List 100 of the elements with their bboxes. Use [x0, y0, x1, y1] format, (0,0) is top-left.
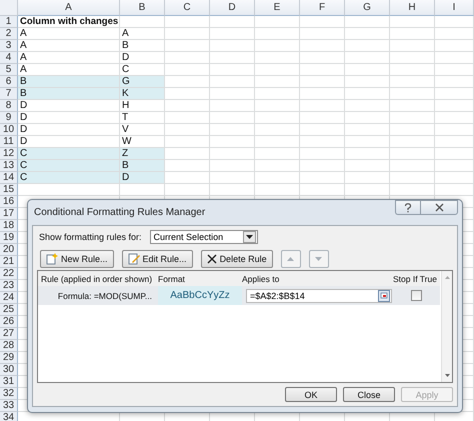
- scrollbar[interactable]: [441, 271, 452, 382]
- table-cell[interactable]: [210, 52, 255, 64]
- table-cell[interactable]: [255, 28, 300, 40]
- row-header[interactable]: 9: [0, 112, 18, 124]
- table-cell[interactable]: [435, 148, 474, 160]
- column-header[interactable]: C: [165, 0, 210, 16]
- row-header[interactable]: 5: [0, 64, 18, 76]
- table-cell[interactable]: [435, 52, 474, 64]
- table-cell[interactable]: [390, 76, 435, 88]
- table-cell[interactable]: [255, 40, 300, 52]
- row-header[interactable]: 23: [0, 280, 18, 292]
- table-cell[interactable]: [210, 172, 255, 184]
- table-cell[interactable]: [210, 124, 255, 136]
- table-cell[interactable]: [300, 64, 345, 76]
- table-cell[interactable]: [300, 124, 345, 136]
- column-header[interactable]: B: [120, 0, 165, 16]
- table-cell[interactable]: [165, 172, 210, 184]
- table-cell[interactable]: [255, 52, 300, 64]
- table-cell[interactable]: [345, 40, 390, 52]
- row-header[interactable]: 10: [0, 124, 18, 136]
- delete-rule-button[interactable]: Delete Rule: [200, 250, 273, 268]
- table-cell[interactable]: [300, 172, 345, 184]
- table-cell[interactable]: [165, 184, 210, 196]
- table-cell[interactable]: [345, 148, 390, 160]
- row-header[interactable]: 22: [0, 268, 18, 280]
- row-header[interactable]: 21: [0, 256, 18, 268]
- table-cell[interactable]: [345, 124, 390, 136]
- row-header[interactable]: 18: [0, 220, 18, 232]
- table-cell[interactable]: [255, 184, 300, 196]
- table-cell[interactable]: [390, 40, 435, 52]
- row-header[interactable]: 25: [0, 304, 18, 316]
- table-cell[interactable]: [255, 172, 300, 184]
- row-header[interactable]: 24: [0, 292, 18, 304]
- row-header[interactable]: 29: [0, 352, 18, 364]
- row-header[interactable]: 19: [0, 232, 18, 244]
- table-cell[interactable]: [435, 184, 474, 196]
- table-cell[interactable]: [300, 88, 345, 100]
- table-cell[interactable]: [390, 172, 435, 184]
- table-cell[interactable]: [300, 28, 345, 40]
- table-cell[interactable]: [345, 136, 390, 148]
- table-cell[interactable]: [345, 16, 390, 28]
- table-cell[interactable]: [210, 76, 255, 88]
- table-cell[interactable]: [210, 40, 255, 52]
- table-cell[interactable]: [255, 148, 300, 160]
- column-header[interactable]: F: [300, 0, 345, 16]
- table-cell[interactable]: [435, 16, 474, 28]
- table-cell[interactable]: [255, 76, 300, 88]
- table-cell[interactable]: [345, 64, 390, 76]
- row-header[interactable]: 20: [0, 244, 18, 256]
- row-header[interactable]: 33: [0, 400, 18, 412]
- row-header[interactable]: 4: [0, 52, 18, 64]
- table-cell[interactable]: [255, 100, 300, 112]
- table-cell[interactable]: [435, 28, 474, 40]
- row-header[interactable]: 14: [0, 172, 18, 184]
- table-cell[interactable]: [210, 100, 255, 112]
- table-cell[interactable]: [300, 136, 345, 148]
- table-cell[interactable]: [165, 112, 210, 124]
- table-cell[interactable]: [255, 64, 300, 76]
- table-cell[interactable]: [165, 100, 210, 112]
- table-cell[interactable]: [165, 40, 210, 52]
- table-cell[interactable]: [300, 16, 345, 28]
- table-cell[interactable]: [210, 28, 255, 40]
- row-header[interactable]: 15: [0, 184, 18, 196]
- table-cell[interactable]: [390, 100, 435, 112]
- applies-to-field[interactable]: =$A$2:$B$14: [246, 288, 392, 302]
- table-cell[interactable]: [345, 112, 390, 124]
- row-header[interactable]: 2: [0, 28, 18, 40]
- table-cell[interactable]: [210, 148, 255, 160]
- table-cell[interactable]: [165, 76, 210, 88]
- table-cell[interactable]: [165, 88, 210, 100]
- row-header[interactable]: 32: [0, 388, 18, 400]
- table-cell[interactable]: [345, 28, 390, 40]
- table-cell[interactable]: [300, 76, 345, 88]
- table-cell[interactable]: [300, 52, 345, 64]
- row-header[interactable]: 27: [0, 328, 18, 340]
- table-cell[interactable]: [255, 88, 300, 100]
- scroll-down-icon[interactable]: [444, 374, 450, 377]
- table-cell[interactable]: [435, 64, 474, 76]
- row-header[interactable]: 12: [0, 148, 18, 160]
- table-cell[interactable]: [390, 148, 435, 160]
- table-cell[interactable]: [390, 88, 435, 100]
- rule-row[interactable]: Formula: =MOD(SUMP... AaBbCcYyZz =$A$2:$B$14: [38, 286, 440, 305]
- row-header[interactable]: 16: [0, 196, 18, 208]
- table-cell[interactable]: [390, 160, 435, 172]
- row-header[interactable]: 11: [0, 136, 18, 148]
- table-cell[interactable]: [300, 160, 345, 172]
- table-cell[interactable]: [210, 160, 255, 172]
- table-cell[interactable]: [300, 148, 345, 160]
- row-header[interactable]: 30: [0, 364, 18, 376]
- table-cell[interactable]: [435, 136, 474, 148]
- table-cell[interactable]: [345, 184, 390, 196]
- table-cell[interactable]: [390, 136, 435, 148]
- table-cell[interactable]: [435, 88, 474, 100]
- table-cell[interactable]: [390, 184, 435, 196]
- range-picker-icon[interactable]: [378, 290, 390, 302]
- table-cell[interactable]: [300, 184, 345, 196]
- row-header[interactable]: 1: [0, 16, 18, 28]
- table-cell[interactable]: [435, 160, 474, 172]
- table-cell[interactable]: [210, 64, 255, 76]
- table-cell[interactable]: [255, 124, 300, 136]
